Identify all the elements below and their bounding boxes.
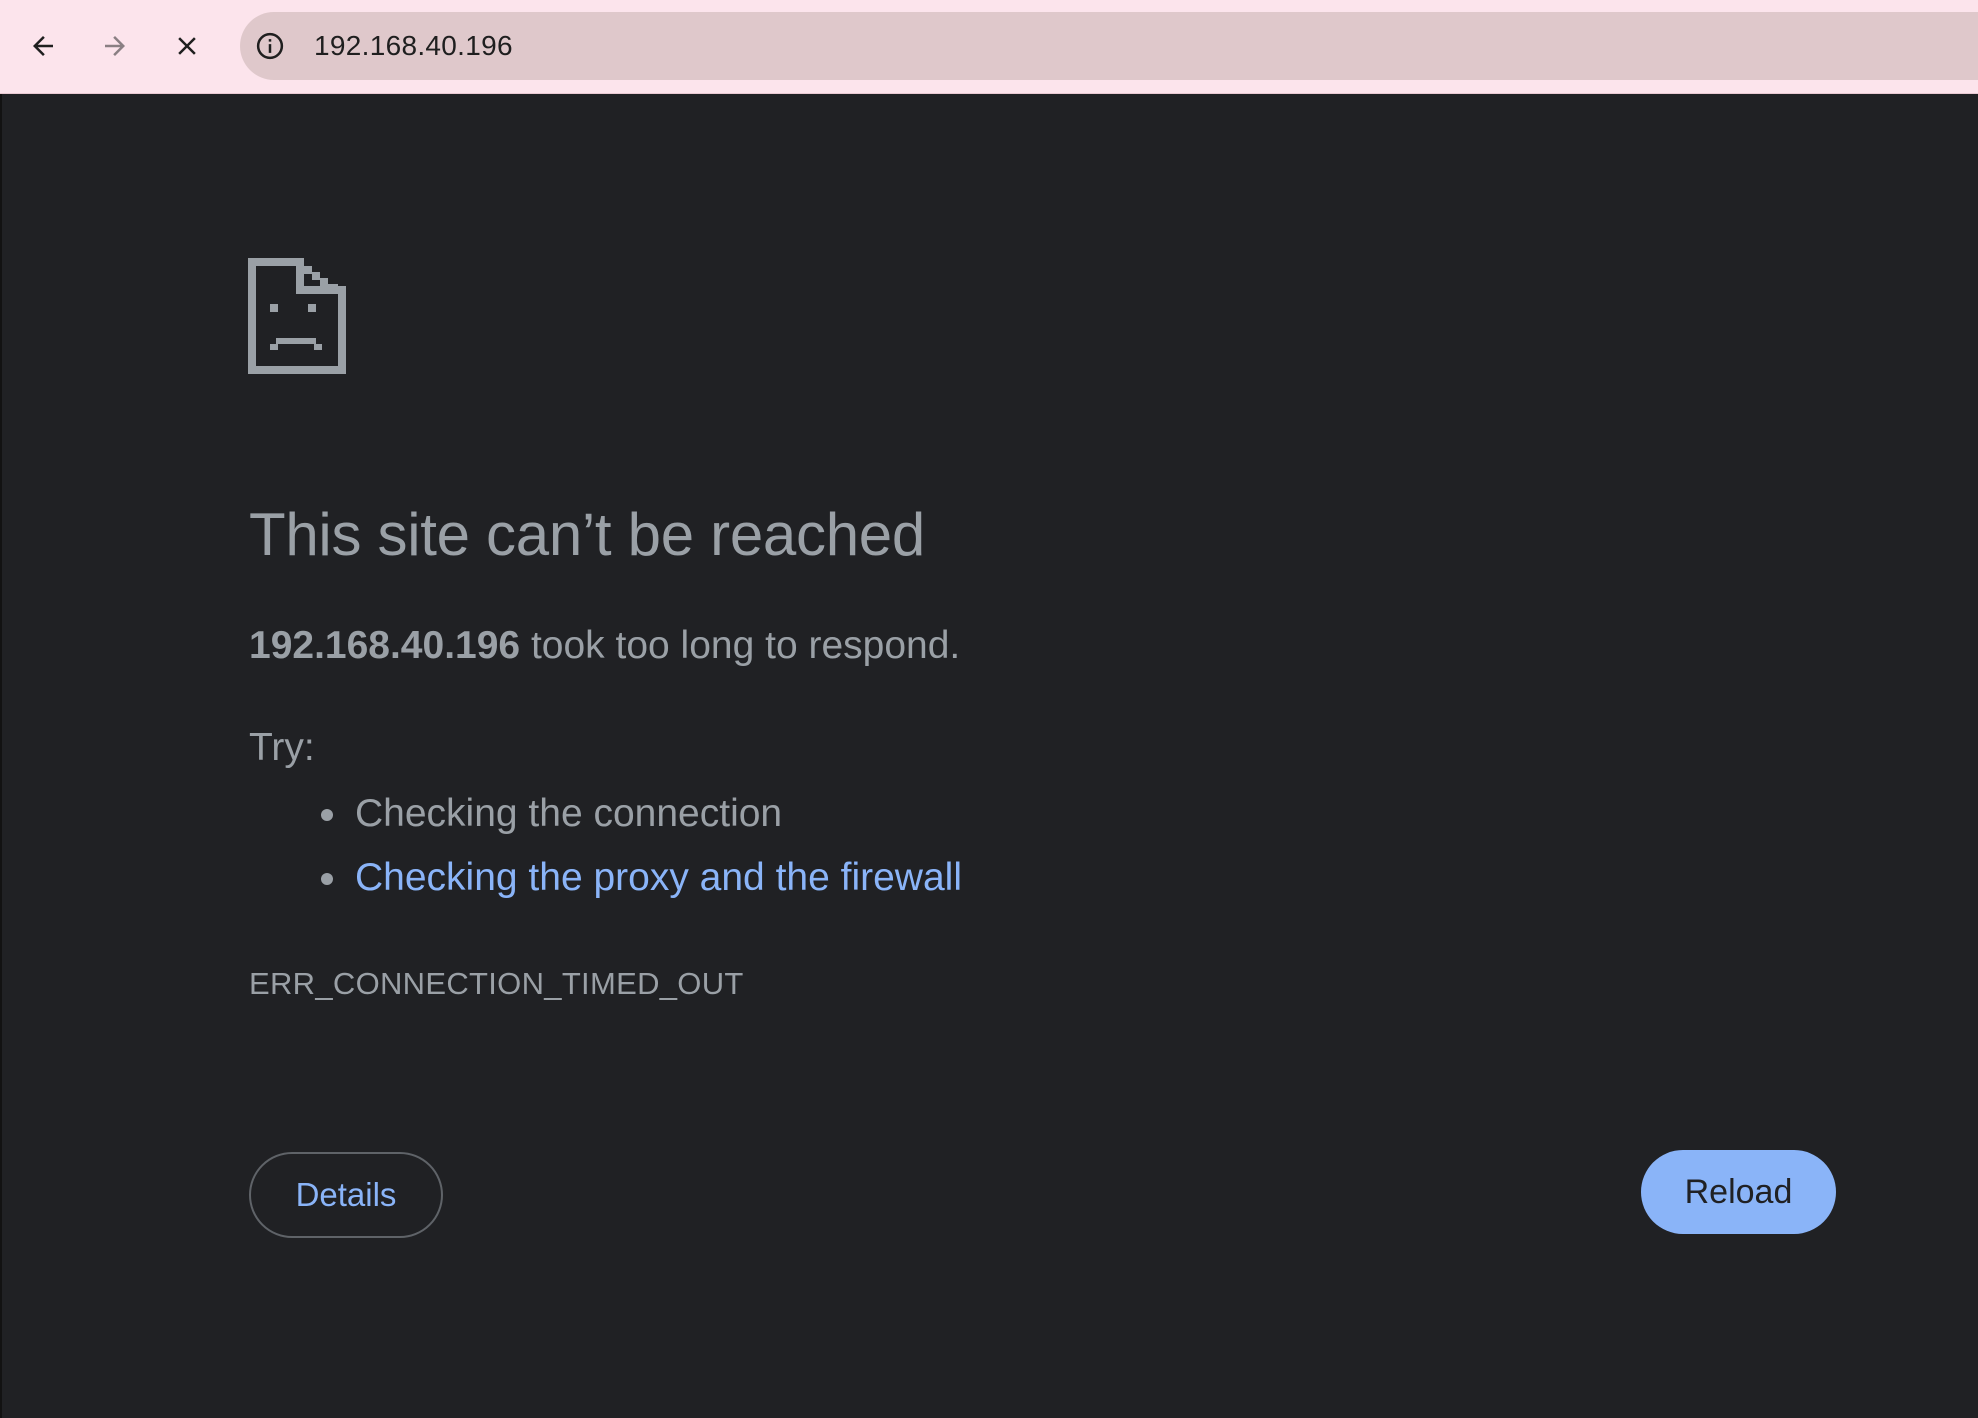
try-label: Try:: [249, 726, 315, 769]
suggestion-check-connection: Checking the connection: [355, 792, 783, 835]
error-host: 192.168.40.196: [249, 624, 521, 667]
error-heading: This site can’t be reached: [249, 501, 925, 568]
suggestions-list: Checking the connection Checking the pro…: [249, 782, 962, 910]
reload-button[interactable]: Reload: [1641, 1150, 1836, 1234]
back-button[interactable]: [19, 22, 67, 70]
close-icon: [178, 37, 196, 55]
proxy-firewall-link[interactable]: Checking the proxy and the firewall: [355, 856, 962, 899]
error-page: This site can’t be reached 192.168.40.19…: [0, 94, 1978, 1418]
browser-toolbar: 192.168.40.196: [0, 0, 1978, 94]
info-icon: [256, 32, 284, 60]
forward-button[interactable]: [91, 22, 139, 70]
error-summary: 192.168.40.196 took too long to respond.: [249, 624, 960, 668]
stop-loading-button[interactable]: [163, 22, 211, 70]
details-button[interactable]: Details: [249, 1152, 443, 1238]
arrow-left-icon: [33, 36, 53, 56]
error-code: ERR_CONNECTION_TIMED_OUT: [249, 966, 744, 1001]
sad-document-icon: [248, 258, 346, 374]
list-item: Checking the connection: [249, 782, 962, 846]
arrow-right-icon: [105, 36, 125, 56]
url-text[interactable]: 192.168.40.196: [314, 30, 513, 62]
error-message: took too long to respond.: [520, 624, 961, 667]
site-info-button[interactable]: [254, 30, 286, 62]
list-item: Checking the proxy and the firewall: [249, 846, 962, 910]
address-bar[interactable]: 192.168.40.196: [240, 12, 1978, 80]
